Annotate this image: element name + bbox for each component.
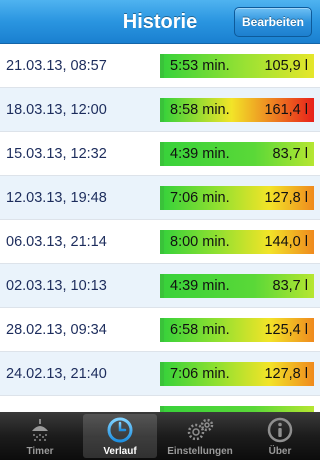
volume-value: 83,7 l — [272, 146, 308, 162]
duration-value: 5:53 min. — [170, 58, 230, 74]
usage-bar: 8:00 min. 144,0 l — [160, 230, 314, 254]
volume-value: 127,8 l — [264, 190, 308, 206]
history-row[interactable]: 18.03.13, 12:00 8:58 min. 161,4 l — [0, 88, 320, 132]
history-row[interactable]: 28.02.13, 09:34 6:58 min. 125,4 l — [0, 308, 320, 352]
history-date: 24.02.13, 21:40 — [6, 366, 107, 382]
history-row[interactable]: 02.03.13, 10:13 4:39 min. 83,7 l — [0, 264, 320, 308]
usage-bar: 6:58 min. 125,4 l — [160, 318, 314, 342]
history-date: 06.03.13, 21:14 — [6, 234, 107, 250]
volume-value: 83,7 l — [272, 278, 308, 294]
history-row[interactable]: 06.03.13, 21:14 8:00 min. 144,0 l — [0, 220, 320, 264]
history-date: 02.03.13, 10:13 — [6, 278, 107, 294]
history-row[interactable]: 21.03.13, 08:57 5:53 min. 105,9 l — [0, 44, 320, 88]
gears-icon — [185, 416, 215, 444]
shower-icon — [25, 416, 55, 444]
volume-value: 125,4 l — [264, 322, 308, 338]
info-icon — [265, 416, 295, 444]
history-date: 18.03.13, 12:00 — [6, 102, 107, 118]
history-row[interactable]: 12.03.13, 19:48 7:06 min. 127,8 l — [0, 176, 320, 220]
tab-label: Einstellungen — [167, 446, 233, 457]
tab-timer[interactable]: Timer — [0, 412, 80, 460]
navigation-bar: Historie Bearbeiten — [0, 0, 320, 44]
duration-value: 7:06 min. — [170, 190, 230, 206]
volume-value: 161,4 l — [264, 102, 308, 118]
tab-label: Timer — [26, 446, 54, 457]
volume-value: 127,8 l — [264, 366, 308, 382]
duration-value: 4:39 min. — [170, 278, 230, 294]
duration-value: 8:58 min. — [170, 102, 230, 118]
usage-bar: 7:06 min. 127,8 l — [160, 186, 314, 210]
tab-bar: Timer Verlauf Einstellungen Über — [0, 412, 320, 460]
clock-icon — [105, 416, 135, 444]
duration-value: 8:00 min. — [170, 234, 230, 250]
volume-value: 144,0 l — [264, 234, 308, 250]
volume-value: 105,9 l — [264, 58, 308, 74]
usage-bar: 4:39 min. 83,7 l — [160, 274, 314, 298]
usage-bar: 5:53 min. 105,9 l — [160, 54, 314, 78]
usage-bar: 8:58 min. 161,4 l — [160, 98, 314, 122]
usage-bar: 4:39 min. 83,7 l — [160, 142, 314, 166]
tab-einstellungen[interactable]: Einstellungen — [160, 412, 240, 460]
history-date: 15.03.13, 12:32 — [6, 146, 107, 162]
history-date: 12.03.13, 19:48 — [6, 190, 107, 206]
history-list[interactable]: 21.03.13, 08:57 5:53 min. 105,9 l 18.03.13,… — [0, 44, 320, 412]
duration-value: 7:06 min. — [170, 366, 230, 382]
duration-value: 4:39 min. — [170, 146, 230, 162]
tab-verlauf[interactable]: Verlauf — [80, 412, 160, 460]
usage-bar: 7:06 min. 127,8 l — [160, 362, 314, 386]
history-date: 28.02.13, 09:34 — [6, 322, 107, 338]
history-row[interactable] — [0, 396, 320, 412]
edit-button[interactable]: Bearbeiten — [234, 7, 312, 37]
tab-label: Über — [268, 446, 292, 457]
duration-value: 6:58 min. — [170, 322, 230, 338]
history-row[interactable]: 24.02.13, 21:40 7:06 min. 127,8 l — [0, 352, 320, 396]
history-date: 21.03.13, 08:57 — [6, 58, 107, 74]
history-row[interactable]: 15.03.13, 12:32 4:39 min. 83,7 l — [0, 132, 320, 176]
tab-ueber[interactable]: Über — [240, 412, 320, 460]
